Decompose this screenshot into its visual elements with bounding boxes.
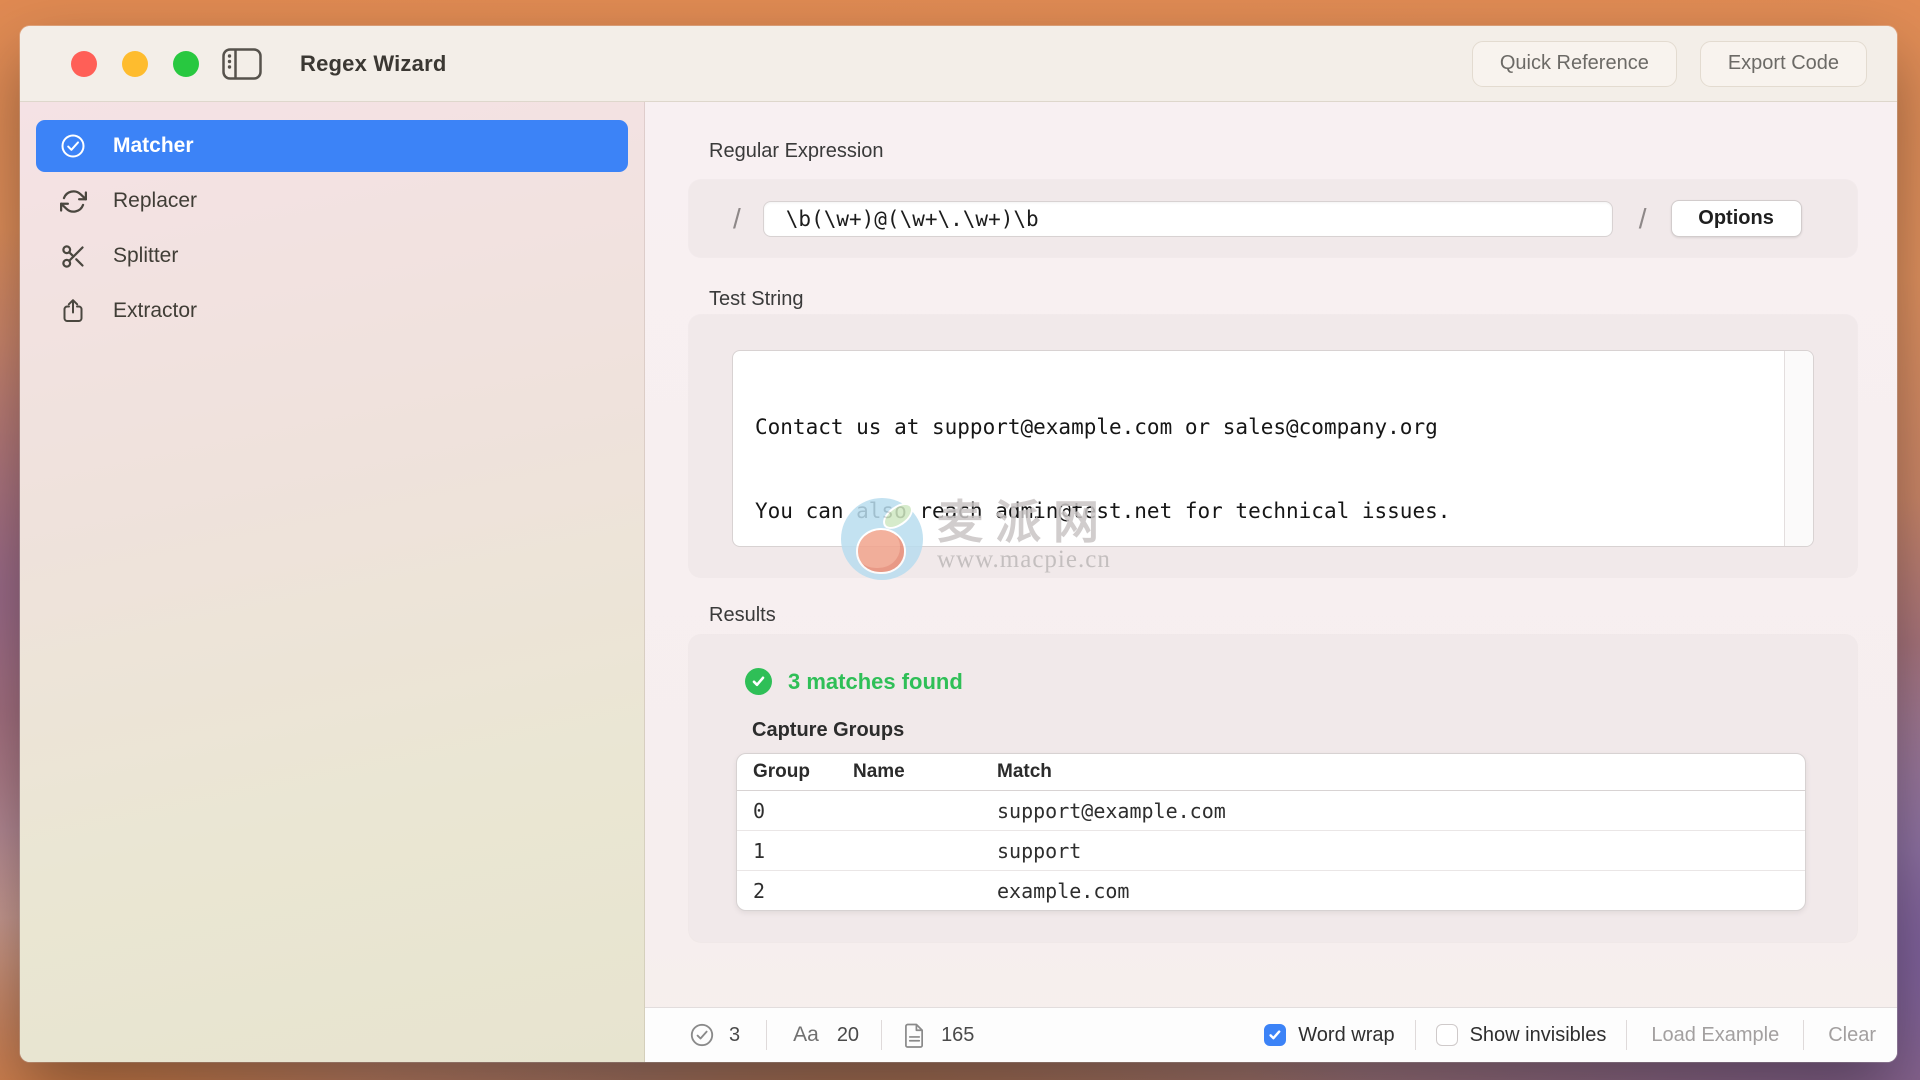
status-bar-right: Word wrap Show invisibles Load Example xyxy=(1264,1020,1880,1050)
font-size-icon: Aa xyxy=(793,1023,819,1047)
cell-match: example.com xyxy=(997,879,1805,903)
desktop-background: Regex Wizard Quick Reference Export Code… xyxy=(0,0,1920,1080)
document-icon xyxy=(904,1023,925,1048)
minimize-window-button[interactable] xyxy=(122,51,148,77)
show-invisibles-label: Show invisibles xyxy=(1470,1024,1607,1047)
word-wrap-checkbox[interactable] xyxy=(1264,1024,1286,1046)
titlebar: Regex Wizard Quick Reference Export Code xyxy=(20,26,1897,102)
sidebar-item-label: Extractor xyxy=(113,299,197,323)
show-invisibles-toggle[interactable]: Show invisibles xyxy=(1436,1024,1607,1047)
sidebar-item-label: Replacer xyxy=(113,189,197,213)
table-row[interactable]: 0 support@example.com xyxy=(737,791,1805,831)
status-char-count: 165 xyxy=(941,1024,974,1047)
table-header-row: Group Name Match xyxy=(737,754,1805,791)
test-string-line: You can also reach admin@test.net for te… xyxy=(755,497,1777,525)
word-wrap-label: Word wrap xyxy=(1298,1024,1394,1047)
regex-section-label: Regular Expression xyxy=(709,140,884,163)
check-circle-icon xyxy=(59,132,87,160)
status-separator xyxy=(881,1020,882,1050)
sidebar-toggle-icon[interactable] xyxy=(222,48,262,80)
table-row[interactable]: 1 support xyxy=(737,831,1805,871)
cell-match: support@example.com xyxy=(997,799,1805,823)
match-count-icon xyxy=(689,1022,715,1048)
test-string-line: Contact us at support@example.com or sal… xyxy=(755,413,1777,441)
status-bar: 3 Aa 20 165 xyxy=(645,1007,1897,1062)
column-header-group: Group xyxy=(737,761,853,783)
match-count-text: 3 matches found xyxy=(788,669,963,695)
cell-group: 2 xyxy=(737,879,853,903)
results-card: 3 matches found Capture Groups Group Nam… xyxy=(689,635,1857,942)
share-icon xyxy=(59,297,87,325)
sidebar-item-matcher[interactable]: Matcher xyxy=(36,120,628,172)
status-separator xyxy=(1626,1020,1627,1050)
quick-reference-button[interactable]: Quick Reference xyxy=(1472,41,1677,87)
sidebar-item-extractor[interactable]: Extractor xyxy=(36,285,628,337)
app-body: Matcher Replacer xyxy=(20,102,1897,1062)
refresh-icon xyxy=(59,187,87,215)
status-font-size: 20 xyxy=(837,1024,859,1047)
results-section-label: Results xyxy=(709,604,776,627)
regex-pattern-input[interactable] xyxy=(763,201,1613,237)
sidebar: Matcher Replacer xyxy=(20,102,645,1062)
status-match-count: 3 xyxy=(729,1024,740,1047)
status-separator xyxy=(1415,1020,1416,1050)
export-code-button[interactable]: Export Code xyxy=(1700,41,1867,87)
column-header-match: Match xyxy=(997,761,1805,783)
show-invisibles-checkbox[interactable] xyxy=(1436,1024,1458,1046)
sidebar-item-splitter[interactable]: Splitter xyxy=(36,230,628,282)
test-string-section-label: Test String xyxy=(709,288,803,311)
window-title: Regex Wizard xyxy=(300,51,446,77)
cell-match: support xyxy=(997,839,1805,863)
match-summary-row: 3 matches found xyxy=(745,668,963,695)
clear-button[interactable]: Clear xyxy=(1824,1024,1880,1047)
capture-groups-table: Group Name Match 0 support@example.com 1 xyxy=(736,753,1806,911)
scissors-icon xyxy=(59,242,87,270)
load-example-button[interactable]: Load Example xyxy=(1647,1024,1783,1047)
column-header-name: Name xyxy=(853,761,997,783)
regex-card: / / Options xyxy=(689,180,1857,257)
cell-group: 0 xyxy=(737,799,853,823)
sidebar-item-replacer[interactable]: Replacer xyxy=(36,175,628,227)
success-check-icon xyxy=(745,668,772,695)
table-row[interactable]: 2 example.com xyxy=(737,871,1805,910)
capture-groups-label: Capture Groups xyxy=(752,719,904,742)
cell-group: 1 xyxy=(737,839,853,863)
test-string-textarea[interactable]: Contact us at support@example.com or sal… xyxy=(732,350,1814,547)
regex-close-delimiter: / xyxy=(1639,203,1647,235)
regex-open-delimiter: / xyxy=(733,203,741,235)
sidebar-item-label: Splitter xyxy=(113,244,178,268)
app-window: Regex Wizard Quick Reference Export Code… xyxy=(20,26,1897,1062)
status-separator xyxy=(1803,1020,1804,1050)
options-button[interactable]: Options xyxy=(1671,200,1802,237)
main-panel: Regular Expression / / Options Test Stri… xyxy=(645,102,1897,1062)
word-wrap-toggle[interactable]: Word wrap xyxy=(1264,1024,1394,1047)
close-window-button[interactable] xyxy=(71,51,97,77)
zoom-window-button[interactable] xyxy=(173,51,199,77)
status-separator xyxy=(766,1020,767,1050)
sidebar-item-label: Matcher xyxy=(113,134,194,158)
titlebar-actions: Quick Reference Export Code xyxy=(1472,41,1867,87)
test-string-card: Contact us at support@example.com or sal… xyxy=(689,315,1857,577)
textarea-scrollbar[interactable] xyxy=(1784,351,1813,546)
